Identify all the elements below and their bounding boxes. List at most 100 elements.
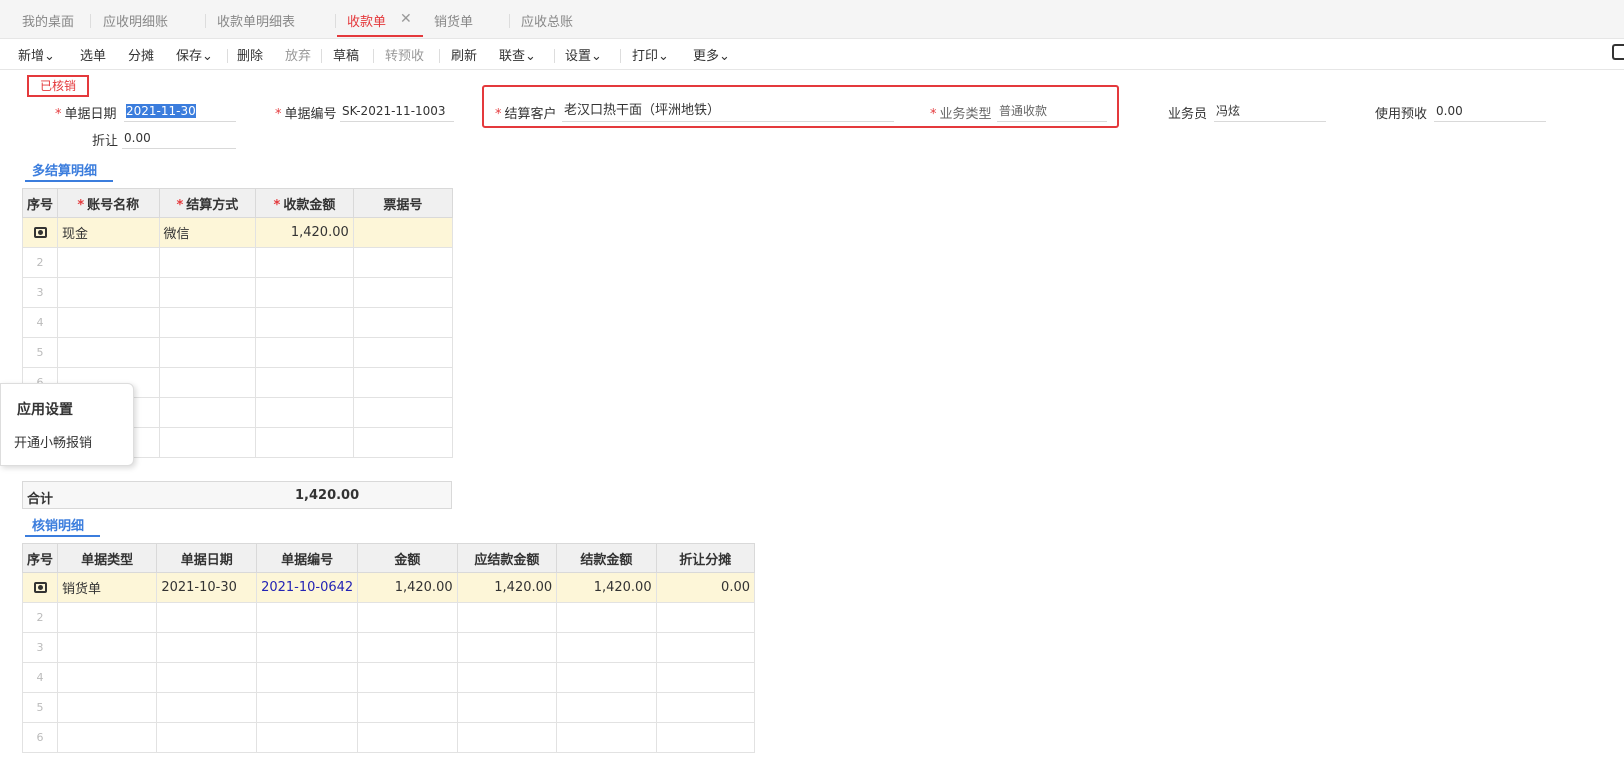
table-row[interactable]: 4 (21, 307, 454, 338)
select-order-button[interactable]: 选单 (80, 45, 106, 64)
refresh-button[interactable]: 刷新 (451, 45, 477, 64)
ticket-cell[interactable] (352, 427, 454, 458)
account-cell[interactable] (57, 247, 160, 278)
amount-cell[interactable] (255, 427, 354, 458)
doc-date-cell[interactable]: 2021-10-30 (156, 572, 258, 603)
close-icon[interactable]: ✕ (400, 11, 412, 27)
tab-receipt-detail-report[interactable]: 收款单明细表 (217, 11, 295, 35)
date-field[interactable]: 2021-11-30 (124, 101, 236, 122)
amount-cell[interactable] (357, 722, 458, 753)
discount-allocation-cell[interactable] (655, 632, 756, 663)
method-cell[interactable] (158, 247, 257, 278)
row-settings-cell[interactable] (21, 572, 59, 603)
method-cell[interactable] (158, 397, 257, 428)
doc-number-cell[interactable] (256, 632, 359, 663)
amount-cell[interactable] (357, 662, 458, 693)
doc-number-cell[interactable] (256, 602, 359, 633)
doc-date-cell[interactable] (156, 632, 258, 663)
amount-cell[interactable] (357, 692, 458, 723)
paid-amount-cell[interactable] (556, 632, 657, 663)
discount-allocation-cell[interactable] (655, 722, 756, 753)
method-cell[interactable] (158, 427, 257, 458)
window-edge-icon[interactable] (1612, 44, 1624, 60)
amount-cell[interactable]: 1,420.00 (357, 572, 458, 603)
method-cell[interactable] (158, 277, 257, 308)
tab-sales-order[interactable]: 销货单 (434, 11, 473, 35)
discount-allocation-cell[interactable] (655, 692, 756, 723)
amount-cell[interactable] (255, 277, 354, 308)
amount-cell[interactable] (255, 247, 354, 278)
amount-cell[interactable] (255, 367, 354, 398)
tab-receivable-ledger[interactable]: 应收总账 (521, 11, 573, 35)
row-settings-icon[interactable] (33, 582, 47, 593)
tab-my-desktop[interactable]: 我的桌面 (22, 11, 74, 35)
doc-number-cell[interactable] (256, 722, 359, 753)
table-row[interactable]: 3 (21, 632, 756, 663)
writeoff-section-tab[interactable]: 核销明细 (32, 515, 84, 534)
biz-type-field[interactable]: 普通收款 (997, 101, 1107, 122)
ticket-cell[interactable] (352, 277, 454, 308)
prepay-field[interactable]: 0.00 (1434, 101, 1546, 122)
doc-date-cell[interactable] (156, 602, 258, 633)
number-field[interactable]: SK-2021-11-1003 (340, 101, 454, 122)
discount-field[interactable]: 0.00 (122, 128, 236, 149)
due-amount-cell[interactable] (456, 662, 558, 693)
due-amount-cell[interactable] (456, 692, 558, 723)
doc-type-cell[interactable] (57, 602, 158, 633)
amount-cell[interactable] (357, 602, 458, 633)
linked-query-button[interactable]: 联查⌄ (499, 45, 536, 64)
discount-allocation-cell[interactable]: 0.00 (655, 572, 756, 603)
account-cell[interactable] (57, 277, 160, 308)
table-row[interactable]: 6 (21, 722, 756, 753)
draft-button[interactable]: 草稿 (333, 45, 359, 64)
paid-amount-cell[interactable]: 1,420.00 (556, 572, 657, 603)
due-amount-cell[interactable]: 1,420.00 (456, 572, 558, 603)
method-cell[interactable] (158, 337, 257, 368)
paid-amount-cell[interactable] (556, 692, 657, 723)
paid-amount-cell[interactable] (556, 722, 657, 753)
salesperson-field[interactable]: 冯炫 (1214, 101, 1326, 122)
ticket-cell[interactable] (352, 397, 454, 428)
table-row[interactable]: 3 (21, 277, 454, 308)
to-prepay-button[interactable]: 转预收 (385, 45, 424, 64)
delete-button[interactable]: 删除 (237, 45, 263, 64)
due-amount-cell[interactable] (456, 602, 558, 633)
due-amount-cell[interactable] (456, 722, 558, 753)
account-cell[interactable] (57, 337, 160, 368)
settings-button[interactable]: 设置⌄ (565, 45, 602, 64)
table-row[interactable]: 4 (21, 662, 756, 693)
amount-cell[interactable] (255, 397, 354, 428)
ticket-cell[interactable] (352, 337, 454, 368)
table-row[interactable]: 5 (21, 337, 454, 368)
doc-number-cell[interactable] (256, 662, 359, 693)
account-cell[interactable]: 现金 (57, 217, 160, 248)
allocate-button[interactable]: 分摊 (128, 45, 154, 64)
more-button[interactable]: 更多⌄ (693, 45, 730, 64)
doc-number-cell[interactable] (256, 692, 359, 723)
ticket-cell[interactable] (352, 217, 454, 248)
table-row[interactable]: 销货单 2021-10-30 2021-10-0642 1,420.00 1,4… (21, 572, 756, 603)
discard-button[interactable]: 放弃 (285, 45, 311, 64)
doc-number-link[interactable]: 2021-10-0642 (256, 572, 359, 603)
due-amount-cell[interactable] (456, 632, 558, 663)
ticket-cell[interactable] (352, 367, 454, 398)
row-settings-cell[interactable] (21, 217, 59, 248)
method-cell[interactable] (158, 367, 257, 398)
method-cell[interactable]: 微信 (158, 217, 257, 248)
enable-expense-link[interactable]: 开通小畅报销 (14, 432, 92, 451)
tab-receivable-detail[interactable]: 应收明细账 (103, 11, 168, 35)
paid-amount-cell[interactable] (556, 602, 657, 633)
amount-cell[interactable] (255, 337, 354, 368)
doc-type-cell[interactable] (57, 722, 158, 753)
doc-date-cell[interactable] (156, 692, 258, 723)
settlement-section-tab[interactable]: 多结算明细 (32, 160, 97, 179)
print-button[interactable]: 打印⌄ (632, 45, 669, 64)
method-cell[interactable] (158, 307, 257, 338)
account-cell[interactable] (57, 307, 160, 338)
doc-type-cell[interactable] (57, 632, 158, 663)
save-button[interactable]: 保存⌄ (176, 45, 213, 64)
discount-allocation-cell[interactable] (655, 662, 756, 693)
add-button[interactable]: 新增⌄ (18, 45, 55, 64)
amount-cell[interactable] (357, 632, 458, 663)
amount-cell[interactable] (255, 307, 354, 338)
